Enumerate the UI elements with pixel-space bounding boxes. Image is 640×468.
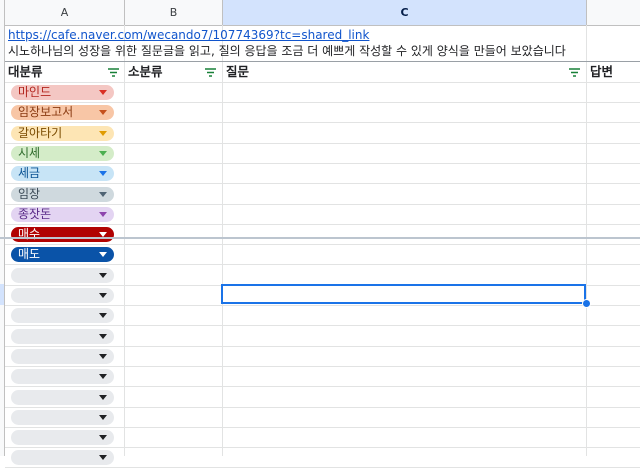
category-chip-label: 임장 [18, 186, 41, 201]
description-text[interactable]: 시노하나님의 성장을 위한 질문글을 읽고, 질의 응답을 조금 더 예쁘게 작… [5, 41, 640, 61]
table-row [5, 346, 640, 367]
dropdown-arrow-icon [99, 110, 107, 116]
dropdown-arrow-icon [99, 293, 107, 298]
category-chip[interactable]: 임장 [11, 186, 114, 202]
table-row: 마인드 [5, 82, 640, 103]
table-row: 임장보고서 [5, 102, 640, 124]
table-row: 종잣돈 [5, 204, 640, 225]
dropdown-arrow-icon [99, 211, 107, 217]
table-row: 갈아타기 [5, 123, 640, 144]
header-answer[interactable]: 답변 [587, 62, 640, 82]
table-row [5, 265, 640, 286]
dropdown-arrow-icon [99, 130, 107, 136]
frozen-rows-divider[interactable] [0, 237, 640, 239]
category-chip-label: 갈아타기 [18, 125, 63, 140]
dropdown-arrow-icon [99, 435, 107, 441]
empty-category-chip[interactable] [11, 409, 114, 425]
table-row: 매수 [5, 224, 640, 246]
empty-category-chip[interactable] [11, 450, 114, 466]
column-header-c[interactable]: C [223, 0, 587, 25]
dropdown-arrow-icon [99, 394, 107, 400]
dropdown-arrow-icon [99, 272, 107, 278]
dropdown-arrow-icon [99, 252, 107, 258]
filter-icon[interactable] [108, 68, 119, 77]
selected-row-indicator [0, 284, 4, 305]
category-chip-label: 시세 [18, 145, 41, 160]
dropdown-arrow-icon [99, 353, 107, 359]
dropdown-arrow-icon [99, 171, 107, 177]
category-chip[interactable]: 매도 [11, 247, 114, 263]
category-chip[interactable]: 세금 [11, 166, 114, 182]
fill-handle[interactable] [582, 299, 591, 308]
filter-icon[interactable] [569, 68, 580, 77]
empty-category-chip[interactable] [11, 369, 114, 385]
table-row [5, 326, 640, 347]
dropdown-arrow-icon [99, 313, 107, 319]
dropdown-arrow-icon [99, 455, 107, 461]
table-row: 매도 [5, 244, 640, 266]
category-chip[interactable]: 갈아타기 [11, 125, 114, 141]
category-chip[interactable]: 마인드 [11, 85, 114, 100]
dropdown-arrow-icon [99, 414, 107, 420]
sheet-row-2: 시노하나님의 성장을 위한 질문글을 읽고, 질의 응답을 조금 더 예쁘게 작… [5, 41, 640, 61]
dropdown-arrow-icon [99, 90, 107, 95]
column-header-d[interactable] [587, 0, 640, 25]
category-chip[interactable]: 종잣돈 [11, 206, 114, 222]
category-chip-label: 임장보고서 [18, 105, 74, 120]
sheet-grid[interactable]: https://cafe.naver.com/wecando7/10774369… [5, 25, 640, 468]
header-row: 대분류 소분류 질문 답변 [5, 61, 640, 83]
category-chip[interactable]: 시세 [11, 145, 114, 161]
empty-category-chip[interactable] [11, 328, 114, 344]
table-row [5, 447, 640, 468]
column-header-b[interactable]: B [125, 0, 223, 25]
table-row: 세금 [5, 163, 640, 185]
table-row [5, 427, 640, 449]
table-row: 임장 [5, 184, 640, 205]
empty-category-chip[interactable] [11, 267, 114, 283]
dropdown-arrow-icon [99, 374, 107, 380]
column-header-bar: A B C [0, 0, 640, 26]
category-chip[interactable]: 임장보고서 [11, 105, 114, 121]
column-header-a[interactable]: A [5, 0, 125, 25]
category-chip[interactable]: 매수 [11, 227, 114, 243]
dropdown-arrow-icon [99, 150, 107, 156]
empty-category-chip[interactable] [11, 288, 114, 303]
header-major-category[interactable]: 대분류 [5, 62, 124, 82]
empty-category-chip[interactable] [11, 389, 114, 405]
table-row [5, 407, 640, 428]
table-row [5, 305, 640, 327]
table-row: 시세 [5, 143, 640, 164]
table-row [5, 387, 640, 408]
empty-category-chip[interactable] [11, 308, 114, 324]
category-chip-label: 마인드 [18, 85, 52, 99]
empty-category-chip[interactable] [11, 430, 114, 446]
empty-category-chip[interactable] [11, 348, 114, 364]
category-chip-label: 세금 [18, 166, 41, 181]
table-row [5, 366, 640, 388]
dropdown-arrow-icon [99, 333, 107, 339]
header-question[interactable]: 질문 [223, 62, 586, 82]
filter-icon[interactable] [205, 68, 216, 77]
category-chip-label: 매도 [18, 247, 41, 262]
category-chip-label: 종잣돈 [18, 206, 52, 221]
dropdown-arrow-icon [99, 191, 107, 197]
selected-cell[interactable] [221, 284, 586, 304]
